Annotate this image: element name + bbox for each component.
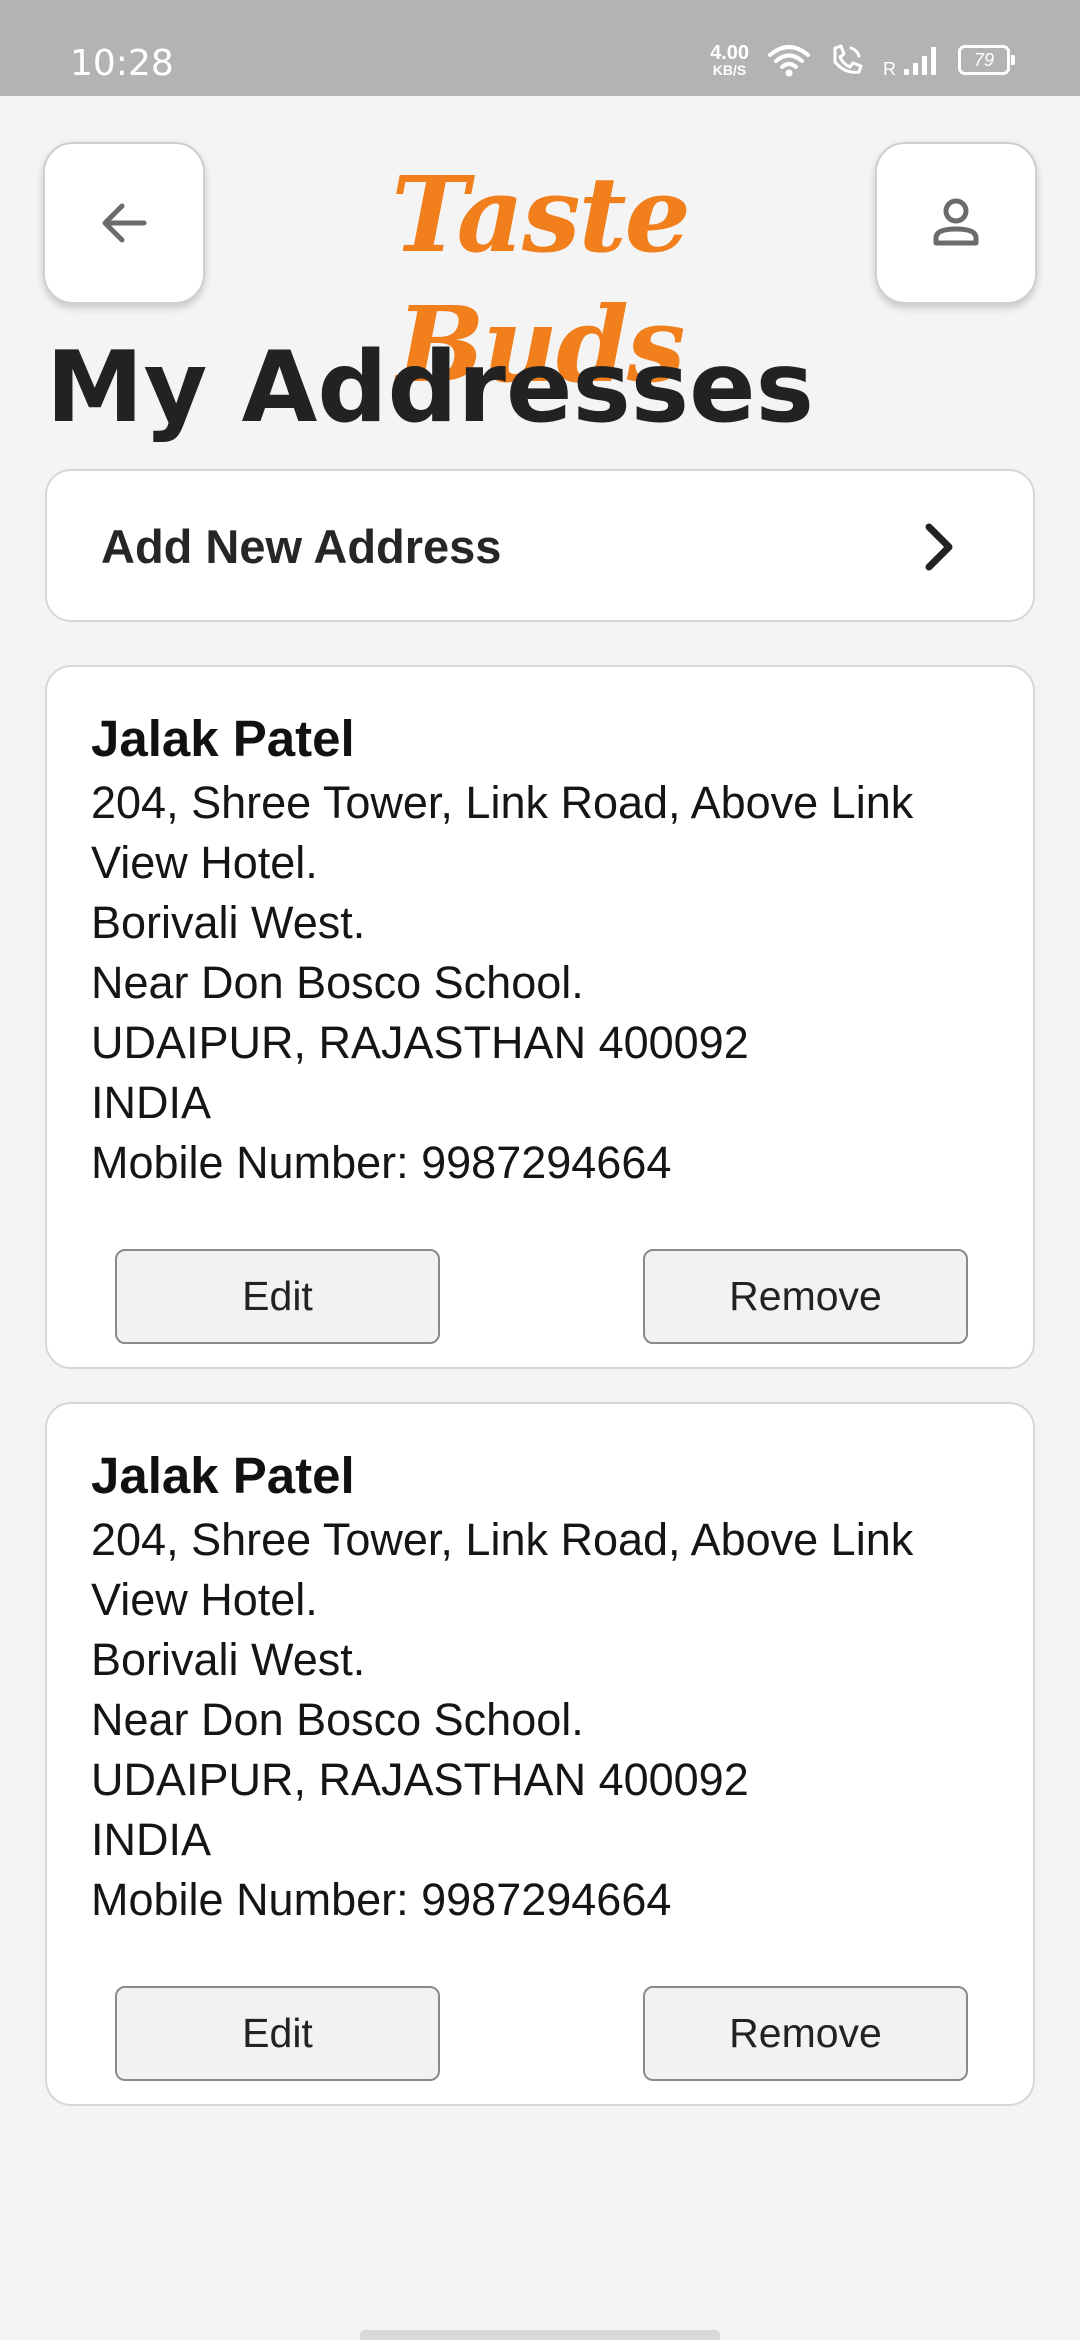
back-button[interactable] [43, 142, 205, 304]
address-name: Jalak Patel [91, 1447, 355, 1504]
address-line-2: View Hotel. [91, 837, 318, 888]
address-line-1: 204, Shree Tower, Link Road, Above Link [91, 777, 914, 828]
arrow-left-icon [102, 203, 147, 243]
brand-logo-text: Taste Buds [391, 153, 691, 406]
address-card: Jalak Patel 204, Shree Tower, Link Road,… [45, 1402, 1035, 2106]
address-line-2: View Hotel. [91, 1574, 318, 1625]
profile-button[interactable] [875, 142, 1037, 304]
edit-address-button[interactable]: Edit [115, 1249, 440, 1344]
network-speed-value: 4.00 [710, 42, 749, 64]
address-line-6: INDIA [91, 1814, 212, 1865]
wifi-icon [768, 45, 810, 77]
address-name: Jalak Patel [91, 710, 355, 767]
roaming-label: R [883, 59, 896, 79]
home-indicator[interactable] [360, 2330, 720, 2340]
network-speed-unit: KB/S [712, 62, 747, 78]
status-time: 10:28 [70, 43, 174, 84]
address-mobile-number: Mobile Number: 9987294664 [91, 1874, 672, 1925]
network-speed: 4.00 KB/S [710, 43, 749, 77]
address-line-4: Near Don Bosco School. [91, 957, 584, 1008]
address-line-3: Borivali West. [91, 1634, 366, 1685]
remove-address-button[interactable]: Remove [643, 1249, 968, 1344]
address-lines: 204, Shree Tower, Link Road, Above Link … [91, 1510, 991, 1930]
address-line-3: Borivali West. [91, 897, 366, 948]
remove-address-button[interactable]: Remove [643, 1986, 968, 2081]
chevron-right-icon [925, 523, 953, 571]
status-icons: 4.00 KB/S R 79 [710, 40, 1015, 80]
address-line-5: UDAIPUR, RAJASTHAN 400092 [91, 1017, 749, 1068]
address-line-5: UDAIPUR, RAJASTHAN 400092 [91, 1754, 749, 1805]
address-line-4: Near Don Bosco School. [91, 1694, 584, 1745]
address-mobile-number: Mobile Number: 9987294664 [91, 1137, 672, 1188]
address-line-6: INDIA [91, 1077, 212, 1128]
page-title: My Addresses [46, 331, 814, 445]
wifi-calling-icon [833, 44, 863, 74]
signal-icon [904, 47, 936, 75]
person-icon [933, 198, 979, 246]
address-lines: 204, Shree Tower, Link Road, Above Link … [91, 773, 991, 1193]
battery-icon: 79 [958, 45, 1015, 75]
add-new-address-button[interactable]: Add New Address [45, 469, 1035, 622]
add-new-address-label: Add New Address [101, 520, 502, 573]
status-bar: 10:28 4.00 KB/S R 79 [0, 0, 1080, 96]
address-card: Jalak Patel 204, Shree Tower, Link Road,… [45, 665, 1035, 1369]
address-line-1: 204, Shree Tower, Link Road, Above Link [91, 1514, 914, 1565]
edit-address-button[interactable]: Edit [115, 1986, 440, 2081]
